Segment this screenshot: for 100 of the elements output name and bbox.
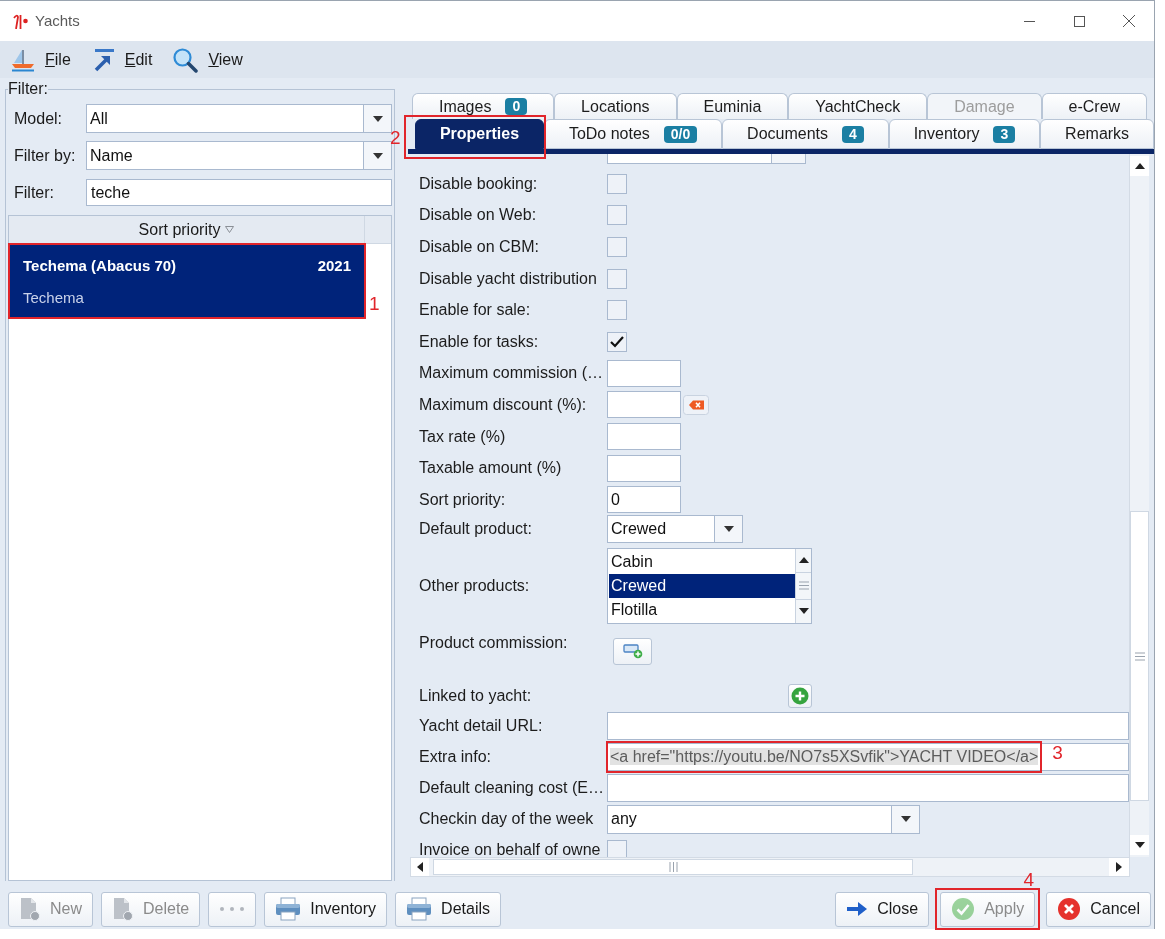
- scroll-up-button[interactable]: [1130, 156, 1149, 176]
- minimize-icon: [1023, 20, 1035, 22]
- close-button[interactable]: Close: [835, 891, 930, 927]
- group-title: Filter:: [8, 80, 48, 98]
- tab[interactable]: e-Crew: [1041, 93, 1148, 119]
- app-logo-icon: [13, 13, 28, 29]
- field-label: Linked to yacht:: [419, 687, 533, 706]
- down-arrow-icon: [1134, 842, 1145, 848]
- maximize-icon: [1073, 15, 1085, 27]
- down-arrow-icon: [798, 608, 809, 615]
- scrollbar-thumb[interactable]: [433, 859, 913, 875]
- printer-icon: [275, 897, 302, 921]
- up-arrow-icon: [1134, 163, 1145, 169]
- field-label: Default product:: [419, 520, 533, 539]
- document-icon: [19, 897, 41, 921]
- listbox[interactable]: Cabin Crewed Flotilla: [607, 547, 812, 624]
- tab[interactable]: Images 0: [412, 93, 555, 119]
- caret-down-icon: [900, 816, 911, 823]
- column-header[interactable]: Sort priority: [9, 216, 364, 243]
- search-icon: [172, 46, 199, 73]
- field-label: Disable on CBM:: [419, 238, 541, 256]
- details-button[interactable]: Details: [395, 891, 501, 927]
- count-badge: 0: [505, 98, 528, 115]
- list-row[interactable]: Techema (Abacus 70) 2021 Techema: [10, 245, 364, 317]
- text-field[interactable]: [607, 359, 681, 387]
- field-label: Enable for sale:: [419, 301, 532, 320]
- field-label: Extra info:: [419, 748, 493, 767]
- tab[interactable]: Inventory 3: [888, 119, 1041, 149]
- tab[interactable]: Locations: [554, 93, 677, 119]
- yacht-year: 2021: [317, 256, 351, 274]
- sailboat-icon: [11, 47, 35, 72]
- checkbox[interactable]: [607, 237, 627, 257]
- caret-down-icon: [723, 526, 734, 533]
- scrollbar-thumb[interactable]: [1130, 511, 1149, 801]
- add-button[interactable]: [788, 684, 812, 709]
- text-field[interactable]: 0: [607, 486, 681, 514]
- dropdown-field[interactable]: [607, 154, 806, 164]
- tab[interactable]: YachtCheck: [788, 93, 928, 119]
- checkbox[interactable]: [607, 205, 627, 226]
- field-label: Model:: [14, 108, 64, 129]
- printer-icon: [406, 897, 433, 921]
- menu-item[interactable]: Edit: [90, 47, 153, 72]
- grip-icon: [798, 581, 809, 591]
- dropdown-field[interactable]: any: [607, 804, 920, 834]
- field-label: Invoice on behalf of owne: [419, 841, 602, 857]
- clear-icon[interactable]: [683, 394, 709, 415]
- field-label: Disable yacht distribution: [419, 269, 598, 288]
- tab[interactable]: ToDo notes 0/0: [543, 119, 723, 149]
- count-badge: 4: [842, 125, 864, 143]
- add-row-button[interactable]: [613, 637, 652, 665]
- list-option[interactable]: Crewed: [609, 573, 795, 599]
- text-field[interactable]: [607, 454, 681, 482]
- field-label: Default cleaning cost (E…: [419, 779, 605, 798]
- text-field[interactable]: <a href="https://youtu.be/NO7s5XSvfik">YACHT VIDEO</a> 3: [607, 743, 1129, 772]
- document-icon: [112, 897, 134, 921]
- inventory-button[interactable]: Inventory: [264, 891, 388, 927]
- plus-circle-icon: [791, 687, 809, 706]
- up-arrow-icon: [798, 557, 809, 564]
- menu-item[interactable]: View: [172, 46, 243, 73]
- tab[interactable]: Documents 4: [722, 119, 889, 149]
- list-option[interactable]: Flotilla: [609, 598, 795, 623]
- caret-down-icon: [372, 152, 383, 159]
- dropdown-field[interactable]: All: [86, 104, 392, 133]
- text-field[interactable]: [607, 423, 681, 451]
- callout-number: 3: [1052, 743, 1063, 764]
- text-field[interactable]: [607, 391, 681, 419]
- tab[interactable]: Properties: [415, 119, 544, 149]
- vertical-scrollbar[interactable]: [1129, 154, 1149, 857]
- scroll-down-button[interactable]: [1130, 835, 1149, 855]
- scroll-right-button[interactable]: [1109, 858, 1129, 876]
- tab[interactable]: Remarks: [1040, 119, 1155, 149]
- checkbox[interactable]: [607, 331, 627, 352]
- dropdown-field[interactable]: Crewed: [607, 515, 743, 544]
- checkbox[interactable]: [607, 173, 627, 194]
- cancel-button[interactable]: Cancel: [1046, 891, 1151, 927]
- tab[interactable]: Euminia: [676, 93, 789, 119]
- callout-number: 2: [390, 128, 401, 148]
- text-field[interactable]: [607, 774, 1129, 803]
- checkbox[interactable]: [607, 840, 627, 857]
- text-field[interactable]: teche: [86, 179, 392, 206]
- list-option[interactable]: Cabin: [609, 549, 795, 574]
- grip-icon: [1134, 651, 1145, 661]
- dropdown-field[interactable]: Name: [86, 141, 392, 170]
- checkbox[interactable]: [607, 268, 627, 289]
- field-label: Disable on Web:: [419, 206, 538, 225]
- menu-item[interactable]: File: [11, 47, 71, 72]
- grip-icon: [668, 862, 678, 872]
- field-label: Yacht detail URL:: [419, 717, 544, 736]
- vertical-scrollbar[interactable]: [795, 548, 811, 623]
- text-field[interactable]: [607, 712, 1129, 741]
- right-arrow-icon: [1116, 862, 1122, 872]
- caret-down-icon: [372, 115, 383, 122]
- left-arrow-icon: [417, 862, 423, 872]
- checkbox[interactable]: [607, 300, 627, 321]
- scroll-left-button[interactable]: [411, 858, 429, 876]
- field-label: Maximum commission (…: [419, 364, 604, 383]
- field-label: Filter by:: [14, 145, 77, 166]
- dots-icon: [219, 906, 246, 912]
- check-circle-icon: [951, 897, 976, 921]
- field-label: Maximum discount (%):: [419, 395, 588, 414]
